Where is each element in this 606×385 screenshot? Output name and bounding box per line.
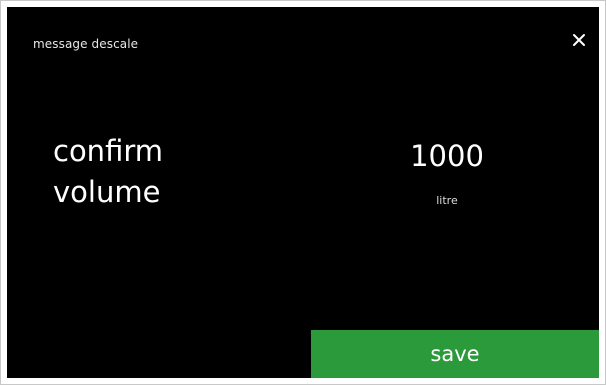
device-frame: message descale confirm volume 1000 litr… [0, 0, 606, 385]
volume-unit: litre [436, 194, 458, 207]
close-button[interactable] [566, 27, 592, 53]
label-line-2: volume [53, 175, 161, 209]
volume-value[interactable]: 1000 [387, 138, 507, 174]
save-button[interactable]: save [311, 330, 599, 378]
label-line-1: confirm [53, 134, 163, 168]
close-icon [573, 34, 585, 46]
screen: message descale confirm volume 1000 litr… [7, 7, 599, 378]
confirm-volume-label: confirm volume [53, 131, 163, 213]
page-title: message descale [33, 37, 139, 51]
